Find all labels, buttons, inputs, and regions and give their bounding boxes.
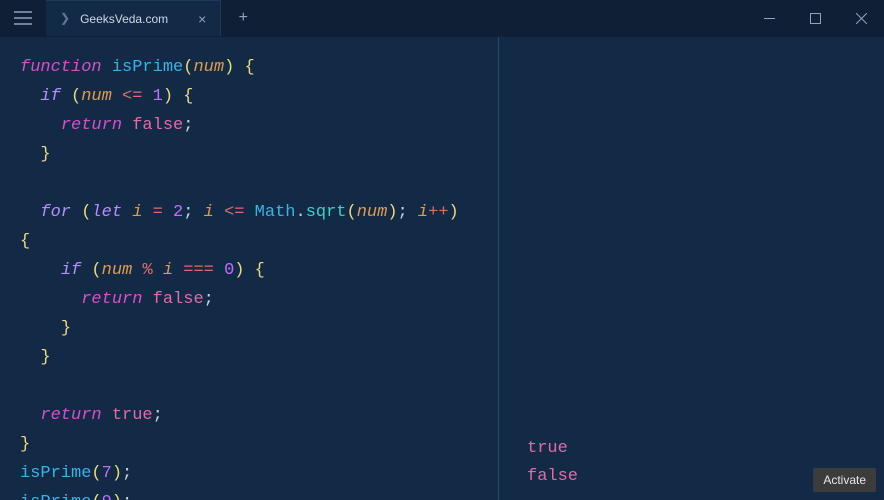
menu-button[interactable] xyxy=(0,0,46,36)
maximize-icon xyxy=(810,13,821,24)
tab-close-button[interactable]: × xyxy=(198,12,206,26)
titlebar-spacer xyxy=(265,0,746,36)
output-pane: true false xyxy=(499,37,884,500)
activate-button[interactable]: Activate xyxy=(813,468,876,492)
app-window: ❯ GeeksVeda.com × + function isPrime(num… xyxy=(0,0,884,500)
output-line: true xyxy=(527,439,568,458)
tab-prefix-icon: ❯ xyxy=(60,13,70,25)
window-close-button[interactable] xyxy=(838,0,884,36)
tab-geeksveda[interactable]: ❯ GeeksVeda.com × xyxy=(46,0,221,36)
output-line: false xyxy=(527,467,578,486)
tab-title: GeeksVeda.com xyxy=(80,13,168,25)
close-icon xyxy=(856,13,867,24)
window-minimize-button[interactable] xyxy=(746,0,792,36)
editor-split: function isPrime(num) { if (num <= 1) { … xyxy=(0,37,884,500)
code-editor-pane[interactable]: function isPrime(num) { if (num <= 1) { … xyxy=(0,37,499,500)
title-bar: ❯ GeeksVeda.com × + xyxy=(0,0,884,37)
minimize-icon xyxy=(764,13,775,24)
new-tab-button[interactable]: + xyxy=(221,0,265,36)
window-maximize-button[interactable] xyxy=(792,0,838,36)
console-output: true false xyxy=(527,435,578,491)
hamburger-icon xyxy=(14,11,32,25)
